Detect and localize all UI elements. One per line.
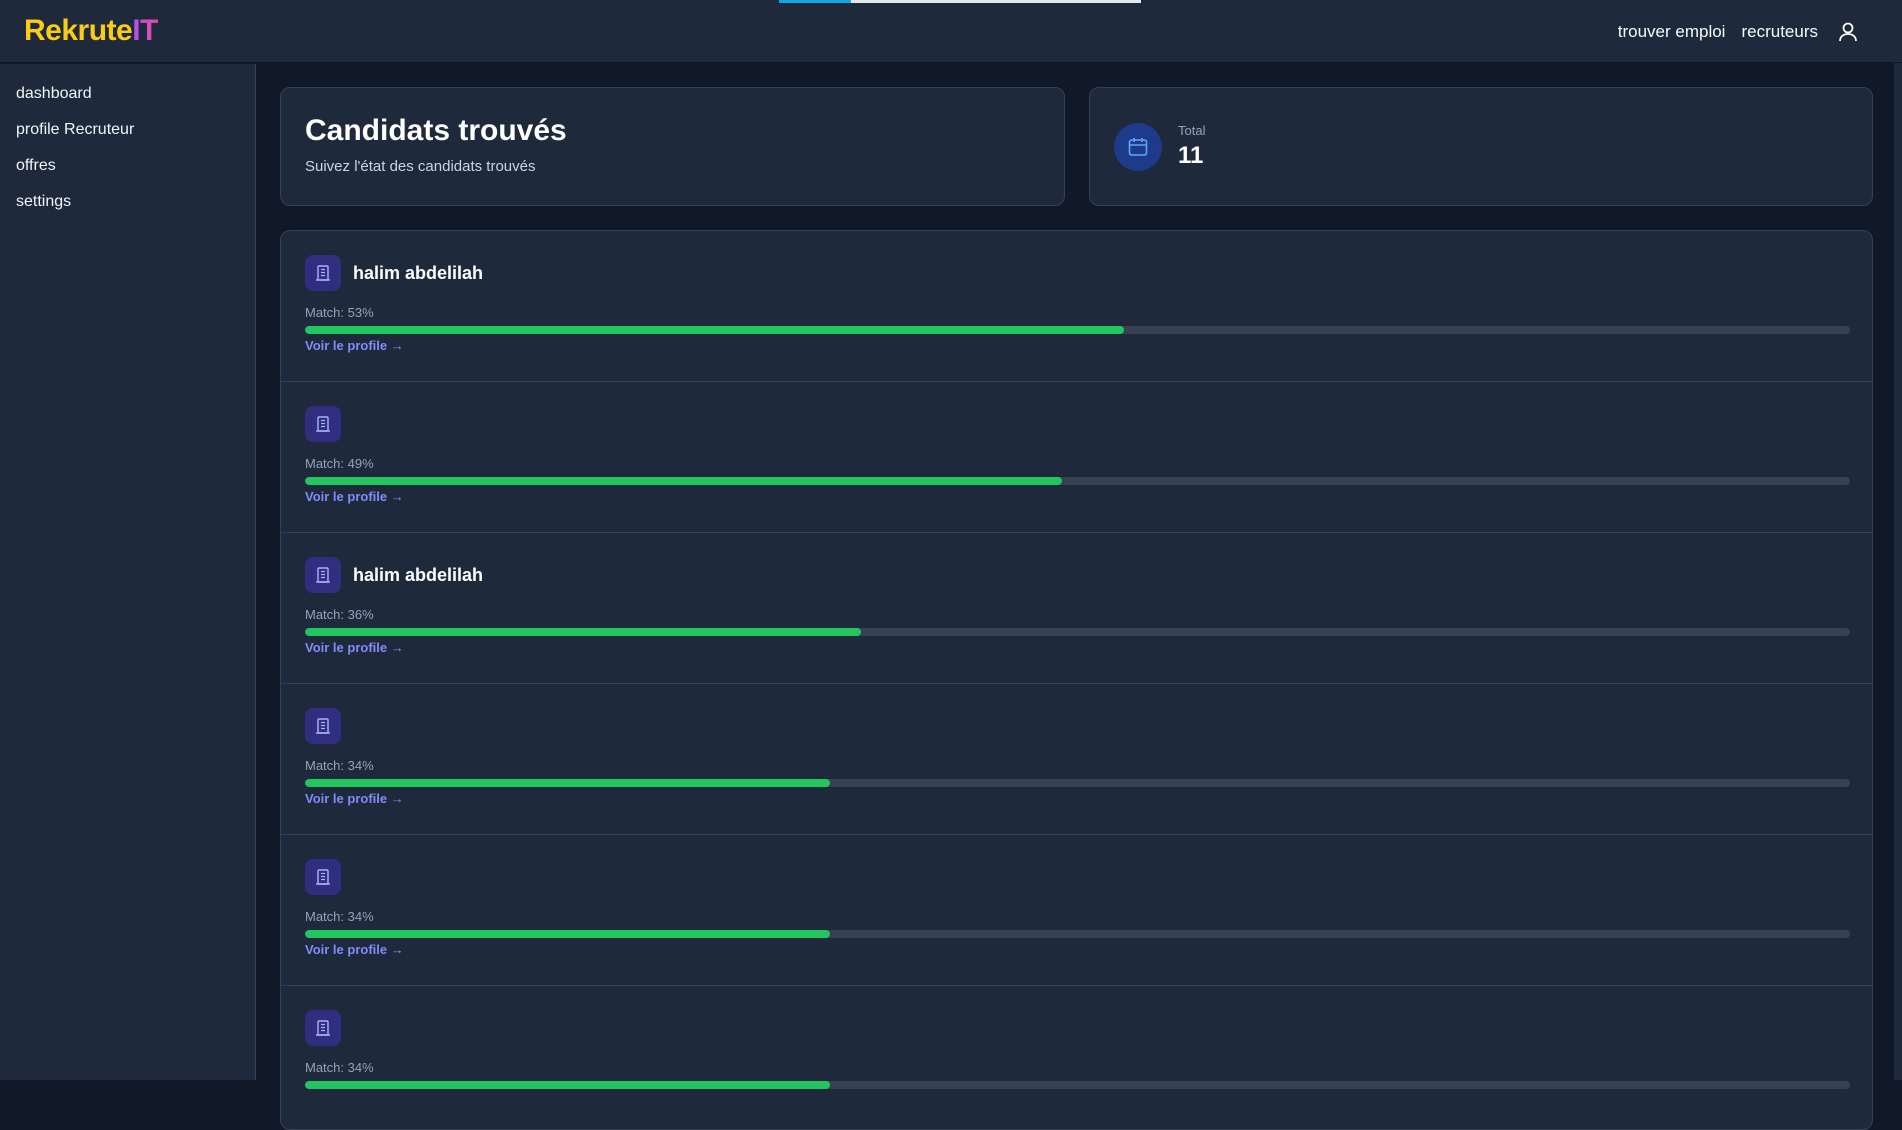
header-row: Candidats trouvés Suivez l'état des cand…: [280, 87, 1873, 206]
page-load-progress-fill: [779, 0, 852, 3]
view-profile-link[interactable]: Voir le profile →: [305, 338, 404, 353]
candidate-row: halim abdelilah Match: 36% Voir le profi…: [281, 533, 1872, 684]
candidate-row: halim abdelilah Match: 53% Voir le profi…: [281, 231, 1872, 382]
sidebar-item-profile-recruteur[interactable]: profile Recruteur: [0, 116, 255, 152]
match-bar-fill: [305, 930, 831, 938]
sidebar-item-dashboard[interactable]: dashboard: [0, 80, 255, 116]
candidate-name: halim abdelilah: [353, 262, 484, 283]
building-icon: [305, 859, 341, 895]
building-icon: [305, 708, 341, 744]
user-icon[interactable]: [1836, 20, 1860, 44]
match-bar-fill: [305, 779, 831, 787]
match-label: Match: 34%: [305, 1060, 374, 1075]
sidebar-item-offres[interactable]: offres: [0, 152, 255, 188]
match-label: Match: 53%: [305, 305, 374, 320]
page-subtitle: Suivez l'état des candidats trouvés: [305, 158, 536, 175]
building-icon: [305, 1010, 341, 1046]
building-icon: [305, 557, 341, 593]
logo-text-secondary: IT: [132, 14, 158, 47]
match-bar: [305, 477, 1850, 485]
stat-value: 11: [1178, 142, 1204, 169]
candidate-row: Match: 49% Voir le profile →: [281, 382, 1872, 533]
match-bar: [305, 1081, 1850, 1089]
match-label: Match: 34%: [305, 909, 374, 924]
nav-link-recruteurs[interactable]: recruteurs: [1741, 22, 1818, 42]
building-icon: [305, 406, 341, 442]
logo-text-primary: Rekrute: [24, 14, 133, 47]
main-content: Candidats trouvés Suivez l'état des cand…: [280, 87, 1873, 1130]
match-bar: [305, 326, 1850, 334]
view-profile-link[interactable]: Voir le profile →: [305, 489, 404, 504]
match-bar: [305, 930, 1850, 938]
view-profile-link[interactable]: Voir le profile →: [305, 640, 404, 655]
match-label: Match: 36%: [305, 607, 374, 622]
match-label: Match: 34%: [305, 758, 374, 773]
match-label: Match: 49%: [305, 456, 374, 471]
total-stat-card: Total 11: [1089, 87, 1873, 206]
stat-label: Total: [1178, 123, 1206, 138]
match-bar-fill: [305, 1081, 831, 1089]
view-profile-link[interactable]: Voir le profile →: [305, 942, 404, 957]
top-navigation-bar: RekruteIT trouver emploi recruteurs: [0, 0, 1902, 63]
match-bar-fill: [305, 628, 862, 636]
page-header-card: Candidats trouvés Suivez l'état des cand…: [280, 87, 1065, 206]
nav-link-trouver-emploi[interactable]: trouver emploi: [1618, 22, 1726, 42]
match-bar-fill: [305, 326, 1124, 334]
building-icon: [305, 255, 341, 291]
top-nav-links: trouver emploi recruteurs: [1618, 20, 1860, 44]
page-scrollbar[interactable]: [1894, 63, 1902, 1080]
view-profile-link[interactable]: Voir le profile →: [305, 791, 404, 806]
candidate-row: Match: 34%: [281, 986, 1872, 1129]
match-bar: [305, 779, 1850, 787]
candidate-row: Match: 34% Voir le profile →: [281, 835, 1872, 986]
sidebar-item-settings[interactable]: settings: [0, 188, 255, 224]
candidate-row: Match: 34% Voir le profile →: [281, 684, 1872, 835]
app-logo[interactable]: RekruteIT: [24, 14, 158, 48]
calendar-icon: [1114, 122, 1162, 171]
candidate-name: halim abdelilah: [353, 564, 484, 585]
match-bar: [305, 628, 1850, 636]
match-bar-fill: [305, 477, 1063, 485]
page-title: Candidats trouvés: [305, 114, 567, 147]
candidate-list: halim abdelilah Match: 53% Voir le profi…: [280, 230, 1873, 1130]
sidebar: dashboard profile Recruteur offres setti…: [0, 64, 256, 1080]
